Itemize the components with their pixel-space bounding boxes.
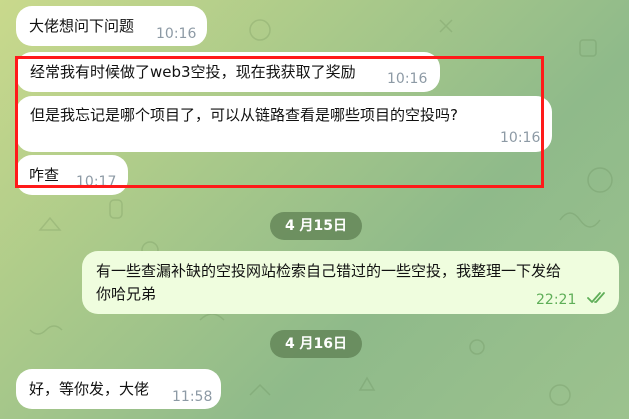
message-text: 大佬想问下问题 [29, 17, 135, 35]
message-bubble[interactable]: 咋查 10:17 [16, 155, 128, 195]
message-time: 10:16 [500, 130, 541, 146]
message-bubble[interactable]: 有一些查漏补缺的空投网站检索自己错过的一些空投，我整理一下发给 你哈兄弟 22:… [82, 251, 619, 314]
message-time: 10:17 [76, 174, 117, 190]
message-bubble[interactable]: 但是我忘记是哪个项目了，可以从链路查看是哪些项目的空投吗? 10:16 [16, 96, 552, 152]
double-check-icon [587, 292, 605, 303]
message-time: 10:16 [156, 26, 197, 42]
date-separator: 4 月15日 [270, 212, 362, 240]
message-bubble[interactable]: 好，等你发，大佬 11:58 [16, 369, 221, 409]
message-text: 经常我有时候做了web3空投，现在我获取了奖励 [30, 63, 356, 81]
message-text: 咋查 [29, 166, 60, 184]
message-time: 10:16 [387, 71, 428, 87]
message-text: 但是我忘记是哪个项目了，可以从链路查看是哪些项目的空投吗? [30, 106, 458, 124]
message-time: 22:21 [536, 292, 577, 308]
message-bubble[interactable]: 大佬想问下问题 10:16 [16, 6, 207, 46]
date-separator: 4 月16日 [270, 330, 362, 358]
message-text-line2: 你哈兄弟 [96, 285, 157, 303]
message-time: 11:58 [172, 389, 213, 405]
message-bubble[interactable]: 经常我有时候做了web3空投，现在我获取了奖励 10:16 [16, 52, 440, 92]
message-text-line1: 有一些查漏补缺的空投网站检索自己错过的一些空投，我整理一下发给 [96, 262, 562, 280]
message-text: 好，等你发，大佬 [29, 380, 150, 398]
